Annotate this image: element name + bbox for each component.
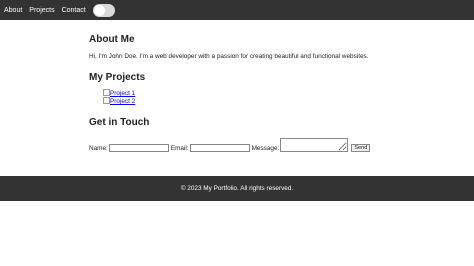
project-list: Project 1 Project 2 bbox=[103, 89, 389, 105]
name-field[interactable] bbox=[108, 144, 169, 152]
send-button[interactable]: Send bbox=[351, 144, 371, 152]
contact-section: Get in Touch Name: Email: Message: Send bbox=[89, 117, 389, 152]
nav-link-contact[interactable]: Contact bbox=[62, 7, 86, 14]
contact-heading: Get in Touch bbox=[89, 117, 150, 128]
project-link-2[interactable]: Project 2 bbox=[103, 97, 389, 105]
about-text: Hi, I'm John Doe. I'm a web developer wi… bbox=[89, 53, 369, 60]
about-section: About Me Hi, I'm John Doe. I'm a web dev… bbox=[89, 34, 389, 60]
name-label: Name: bbox=[89, 145, 108, 152]
message-field[interactable] bbox=[280, 138, 349, 152]
projects-heading: My Projects bbox=[89, 72, 146, 83]
broken-image-icon bbox=[103, 89, 110, 96]
nav-link-projects[interactable]: Projects bbox=[29, 7, 54, 14]
footer: © 2023 My Portfolio. All rights reserved… bbox=[0, 176, 474, 201]
broken-image-icon bbox=[103, 97, 110, 104]
email-field[interactable] bbox=[189, 144, 250, 152]
footer-copyright: © 2023 My Portfolio. All rights reserved… bbox=[180, 185, 294, 192]
toggle-knob bbox=[93, 4, 105, 16]
theme-toggle-switch[interactable] bbox=[92, 3, 115, 17]
projects-section: My Projects Project 1 Project 2 bbox=[89, 72, 389, 105]
project-link-label: Project 1 bbox=[110, 90, 136, 97]
contact-form: Name: Email: Message: Send bbox=[89, 138, 389, 152]
about-heading: About Me bbox=[89, 34, 135, 45]
project-link-label: Project 2 bbox=[110, 98, 136, 105]
main-content: About Me Hi, I'm John Doe. I'm a web dev… bbox=[89, 34, 389, 152]
nav-link-about[interactable]: About bbox=[4, 7, 22, 14]
email-label: Email: bbox=[170, 145, 189, 152]
message-label: Message: bbox=[251, 145, 280, 152]
project-link-1[interactable]: Project 1 bbox=[103, 89, 389, 97]
top-navigation-bar: About Projects Contact bbox=[0, 0, 474, 20]
